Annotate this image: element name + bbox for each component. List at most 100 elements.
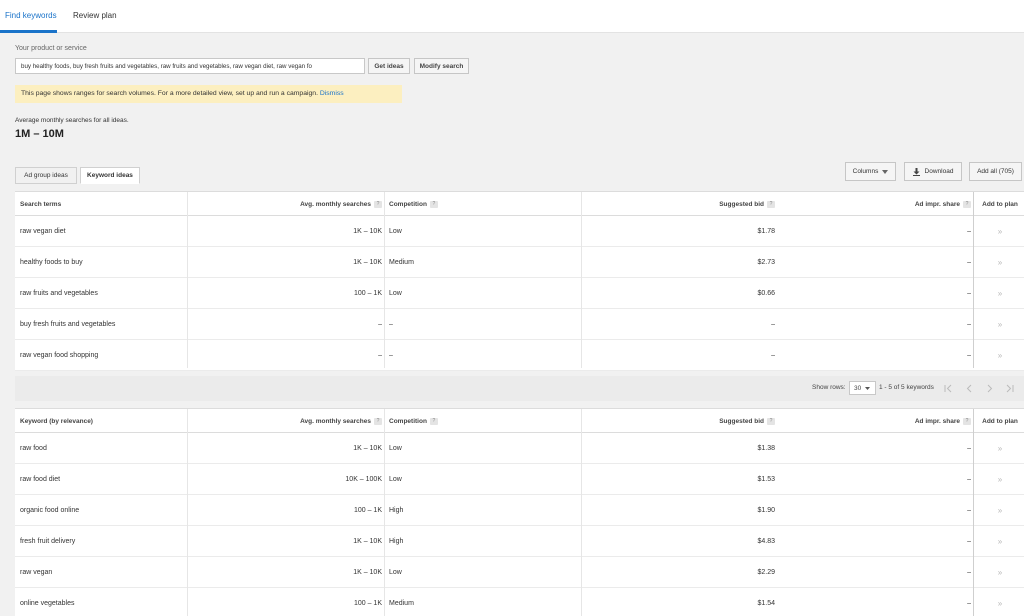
add-to-plan-icon[interactable]: »: [976, 216, 1024, 246]
ad-impr-share-cell: –: [967, 351, 971, 359]
col-suggested-bid[interactable]: Suggested bid?: [582, 192, 775, 216]
keyword-cell: fresh fruit delivery: [20, 537, 76, 545]
product-input[interactable]: buy healthy foods, buy fresh fruits and …: [15, 58, 365, 74]
add-to-plan-icon[interactable]: »: [976, 433, 1024, 463]
ad-impr-share-cell: –: [967, 506, 971, 514]
help-icon[interactable]: ?: [767, 200, 775, 208]
competition-cell: –: [389, 320, 393, 328]
competition-cell: Low: [389, 475, 402, 483]
active-tab-indicator: [0, 30, 57, 33]
download-button[interactable]: Download: [904, 162, 962, 181]
previous-page-icon[interactable]: [965, 384, 974, 393]
add-to-plan-icon[interactable]: »: [976, 278, 1024, 308]
ad-impr-share-cell: –: [967, 537, 971, 545]
competition-cell: Low: [389, 444, 402, 452]
average-label: Average monthly searches for all ideas.: [15, 117, 129, 124]
tab-find-keywords[interactable]: Find keywords: [5, 11, 57, 20]
help-icon[interactable]: ?: [963, 417, 971, 425]
col-bid-label: Suggested bid: [719, 200, 764, 208]
download-label: Download: [924, 168, 954, 175]
col-competition[interactable]: Competition?: [389, 192, 438, 216]
competition-cell: Low: [389, 568, 402, 576]
table-row: raw vegan food shopping – – – –»: [15, 340, 1024, 371]
col-ad-impr-share[interactable]: Ad impr. share?: [775, 192, 971, 216]
table-row: raw food diet 10K – 100K Low $1.53 –»: [15, 464, 1024, 495]
help-icon[interactable]: ?: [429, 417, 438, 425]
ad-impr-share-cell: –: [967, 599, 971, 607]
help-icon[interactable]: ?: [374, 417, 382, 425]
keyword-cell: organic food online: [20, 506, 80, 514]
get-ideas-button[interactable]: Get ideas: [368, 58, 410, 74]
add-to-plan-icon[interactable]: »: [976, 309, 1024, 339]
competition-cell: Medium: [389, 258, 414, 266]
col-add-to-plan: Add to plan: [982, 200, 1018, 208]
suggested-bid-cell: $1.38: [757, 444, 775, 452]
col-impr-label: Ad impr. share: [914, 200, 960, 208]
table-row: healthy foods to buy 1K – 10K Medium $2.73 –…: [15, 247, 1024, 278]
columns-label: Columns: [852, 168, 879, 175]
col-competition[interactable]: Competition?: [389, 409, 438, 433]
columns-button[interactable]: Columns: [845, 162, 896, 181]
avg-searches-cell: 10K – 100K: [345, 475, 382, 483]
keyword-cell: raw food: [20, 444, 47, 452]
search-terms-table: Search terms Avg. monthly searches? Comp…: [15, 191, 1024, 371]
add-to-plan-icon[interactable]: »: [976, 247, 1024, 277]
show-rows-label: Show rows:: [812, 384, 846, 391]
help-icon[interactable]: ?: [963, 200, 971, 208]
col-keyword[interactable]: Keyword (by relevance): [20, 409, 93, 433]
avg-searches-cell: 100 – 1K: [353, 599, 382, 607]
avg-searches-cell: 100 – 1K: [353, 289, 382, 297]
add-to-plan-icon[interactable]: »: [976, 588, 1024, 616]
col-ad-impr-share[interactable]: Ad impr. share?: [775, 409, 971, 433]
col-avg-monthly-searches[interactable]: Avg. monthly searches?: [187, 409, 382, 433]
col-search-terms[interactable]: Search terms: [20, 192, 61, 216]
last-page-icon[interactable]: [1005, 384, 1014, 393]
col-avg-label: Avg. monthly searches: [300, 200, 371, 208]
suggested-bid-cell: $2.29: [757, 568, 775, 576]
avg-searches-cell: 1K – 10K: [353, 444, 382, 452]
rows-per-page-select[interactable]: 30: [849, 381, 876, 395]
help-icon[interactable]: ?: [429, 200, 438, 208]
add-to-plan-icon[interactable]: »: [976, 464, 1024, 494]
next-page-icon[interactable]: [985, 384, 994, 393]
add-all-button[interactable]: Add all (705): [969, 162, 1022, 181]
add-to-plan-icon[interactable]: »: [976, 526, 1024, 556]
ad-impr-share-cell: –: [967, 568, 971, 576]
add-to-plan-icon[interactable]: »: [976, 557, 1024, 587]
suggested-bid-cell: $1.90: [757, 506, 775, 514]
suggested-bid-cell: –: [771, 351, 775, 359]
tab-ad-group-ideas[interactable]: Ad group ideas: [15, 167, 77, 184]
keyword-ideas-header: Keyword (by relevance) Avg. monthly sear…: [15, 409, 1024, 433]
column-divider: [581, 409, 582, 616]
first-page-icon[interactable]: [944, 384, 953, 393]
keyword-cell: online vegetables: [20, 599, 75, 607]
col-avg-label: Avg. monthly searches: [300, 417, 371, 425]
competition-cell: Low: [389, 227, 402, 235]
col-impr-label: Ad impr. share: [914, 417, 960, 425]
dismiss-link[interactable]: Dismiss: [320, 90, 344, 97]
pagination-bar: Show rows: 30 1 - 5 of 5 keywords: [15, 376, 1024, 401]
add-to-plan-icon[interactable]: »: [976, 340, 1024, 370]
col-add-to-plan: Add to plan: [982, 417, 1018, 425]
ad-impr-share-cell: –: [967, 258, 971, 266]
ad-impr-share-cell: –: [967, 289, 971, 297]
column-divider: [384, 192, 385, 368]
tab-review-plan[interactable]: Review plan: [73, 11, 117, 20]
column-divider: [973, 409, 974, 616]
tab-keyword-ideas[interactable]: Keyword ideas: [80, 167, 140, 184]
modify-search-button[interactable]: Modify search: [414, 58, 469, 74]
avg-searches-cell: –: [378, 320, 382, 328]
competition-cell: Low: [389, 289, 402, 297]
ad-impr-share-cell: –: [967, 475, 971, 483]
competition-cell: Medium: [389, 599, 414, 607]
help-icon[interactable]: ?: [767, 417, 775, 425]
suggested-bid-cell: $0.66: [757, 289, 775, 297]
add-to-plan-icon[interactable]: »: [976, 495, 1024, 525]
avg-searches-cell: –: [378, 351, 382, 359]
competition-cell: –: [389, 351, 393, 359]
col-avg-monthly-searches[interactable]: Avg. monthly searches?: [187, 192, 382, 216]
help-icon[interactable]: ?: [374, 200, 382, 208]
table-row: raw fruits and vegetables 100 – 1K Low $0.6…: [15, 278, 1024, 309]
col-competition-label: Competition: [389, 200, 427, 208]
col-suggested-bid[interactable]: Suggested bid?: [582, 409, 775, 433]
